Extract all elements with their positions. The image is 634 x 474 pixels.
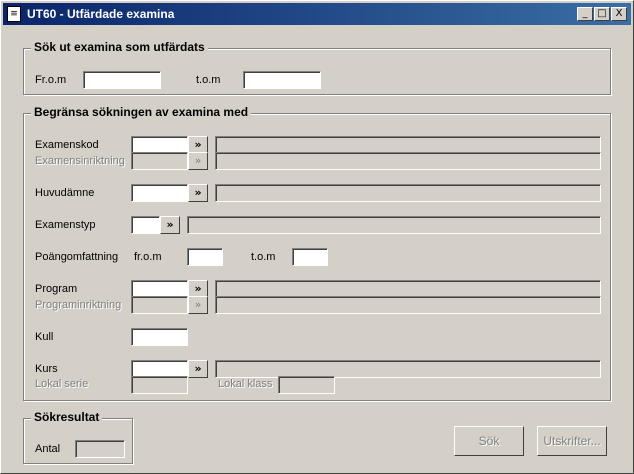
from-date-label: Fr.o.m — [35, 74, 67, 86]
examenstyp-label: Examenstyp — [35, 219, 96, 231]
kull-label: Kull — [35, 331, 54, 343]
antal-value — [75, 440, 125, 458]
huvudamne-description — [215, 184, 601, 202]
kull-input[interactable] — [131, 328, 188, 346]
programinriktning-description — [215, 296, 601, 314]
examensinriktning-label: Examensinriktning — [35, 155, 125, 167]
print-button[interactable]: Utskrifter... — [537, 426, 607, 456]
poang-to-label: t.o.m — [251, 251, 276, 263]
examensinriktning-description — [215, 152, 601, 170]
examensinriktning-input — [131, 152, 188, 170]
huvudamne-lookup-button[interactable]: » — [188, 184, 208, 202]
document-icon[interactable]: ≡ — [7, 6, 21, 22]
poang-label: Poängomfattning — [35, 251, 119, 263]
programinriktning-input — [131, 296, 188, 314]
lokal-serie-label: Lokal serie — [35, 378, 89, 390]
programinriktning-label: Programinriktning — [35, 299, 122, 311]
examenstyp-lookup-button[interactable]: » — [160, 216, 180, 234]
program-label: Program — [35, 283, 78, 295]
poang-to-input[interactable] — [292, 248, 328, 266]
huvudamne-label: Huvudämne — [35, 187, 95, 199]
kurs-description — [215, 360, 601, 378]
result-legend: Sökresultat — [31, 410, 103, 424]
main-window: ≡ UT60 - Utfärdade examina _ □ X Sök ut … — [0, 0, 634, 474]
search-period-legend: Sök ut examina som utfärdats — [31, 40, 208, 54]
kurs-lookup-button[interactable]: » — [188, 360, 208, 378]
antal-label: Antal — [35, 443, 61, 455]
close-button[interactable]: X — [611, 7, 627, 21]
lokal-serie-input — [131, 376, 188, 394]
examenstyp-description — [187, 216, 601, 234]
examenskod-label: Examenskod — [35, 139, 99, 151]
examensinriktning-lookup-button: » — [188, 152, 208, 170]
examenstyp-input[interactable] — [131, 216, 160, 234]
poang-from-input[interactable] — [187, 248, 223, 266]
to-date-label: t.o.m — [196, 74, 221, 86]
poang-from-label: fr.o.m — [134, 251, 162, 263]
lokal-klass-input — [278, 376, 335, 394]
from-date-input[interactable] — [83, 71, 161, 89]
programinriktning-lookup-button: » — [188, 296, 208, 314]
huvudamne-input[interactable] — [131, 184, 188, 202]
search-button[interactable]: Sök — [454, 426, 524, 456]
to-date-input[interactable] — [243, 71, 321, 89]
kurs-label: Kurs — [35, 363, 58, 375]
minimize-button[interactable]: _ — [577, 7, 593, 21]
filter-legend: Begränsa sökningen av examina med — [31, 105, 252, 119]
window-title: UT60 - Utfärdade examina — [27, 7, 175, 21]
lokal-klass-label: Lokal klass — [218, 378, 273, 390]
maximize-button[interactable]: □ — [594, 7, 610, 21]
title-bar: ≡ UT60 - Utfärdade examina _ □ X — [3, 3, 631, 25]
